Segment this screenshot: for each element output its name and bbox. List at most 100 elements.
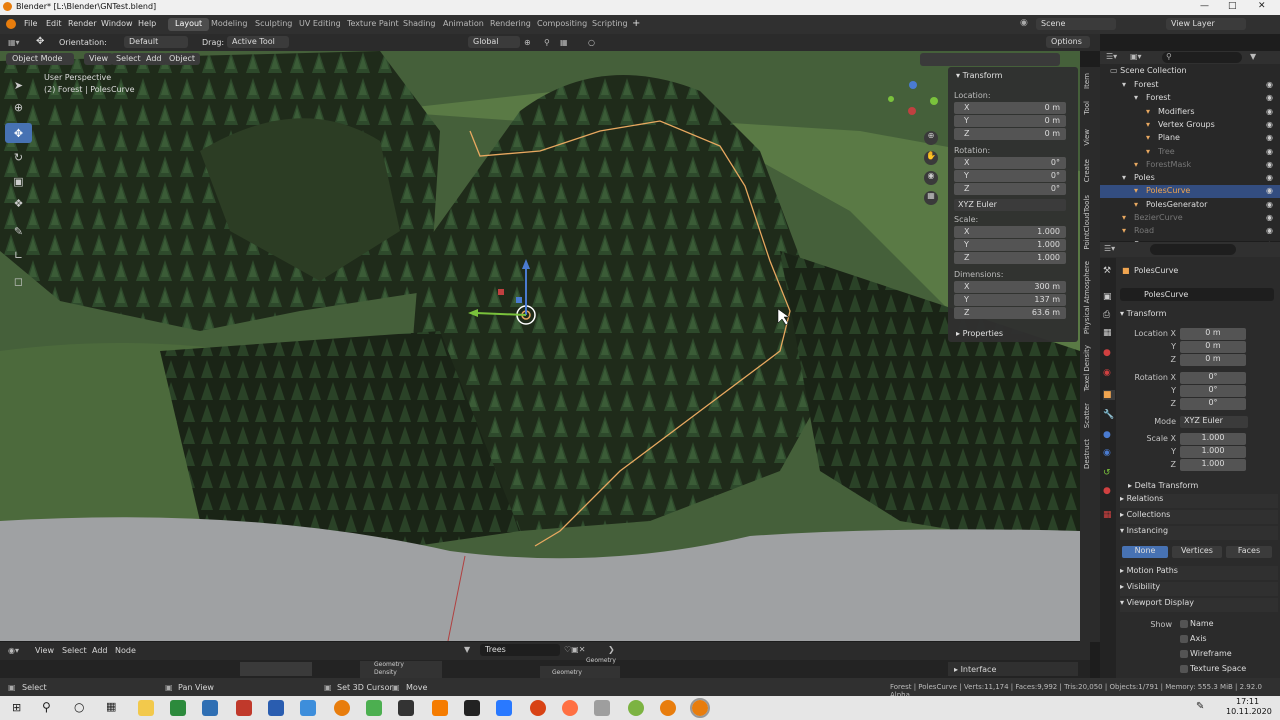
cursor-tool-icon[interactable]: ⊕ [5,97,32,117]
app-icon[interactable] [594,700,610,716]
transform-orientation-dropdown[interactable]: Global [468,36,520,48]
scene-props-icon[interactable]: ● [1103,348,1111,358]
view-layer-selector[interactable]: View Layer [1166,18,1246,30]
zoom-icon[interactable]: ⊕ [924,131,938,145]
drag-dropdown[interactable]: Active Tool [227,36,289,48]
object-props-icon[interactable]: ■ [1103,390,1115,400]
physics-props-icon[interactable]: ◉ [1103,448,1111,458]
blender-app-icon[interactable] [334,700,350,716]
visibility-eye-icon[interactable]: ◉ [1266,186,1273,195]
outliner-type-icon[interactable]: ☰▾ [1106,52,1117,61]
visibility-eye-icon[interactable]: ◉ [1266,160,1273,169]
select-tool-icon[interactable]: ➤ [5,75,32,95]
props-transform-header[interactable]: ▾ Transform [1120,309,1166,318]
prop-rotation-x[interactable]: 0° [1180,372,1246,384]
scale-y-field[interactable]: Y 1.000 [954,239,1066,251]
clock-date[interactable]: 10.11.2020 [1226,707,1272,716]
snap-grid-icon[interactable]: ▦ [560,38,568,47]
node-menu-select[interactable]: Select [62,646,87,655]
close-icon[interactable]: ✕ [1258,1,1266,11]
app-icon[interactable] [202,700,218,716]
object-name-field[interactable]: PolesCurve [1120,288,1274,301]
outliner-item[interactable]: ▾ Plane ◉ [1100,132,1280,145]
location-x-field[interactable]: X0 m [954,102,1066,114]
visibility-panel[interactable]: ▸ Visibility [1120,582,1278,596]
delta-transform-header[interactable]: ▸ Delta Transform [1128,481,1198,490]
app-icon[interactable] [398,700,414,716]
location-y-field[interactable]: Y0 m [954,115,1066,127]
pin-icon[interactable]: ❯ [608,645,615,654]
show-wireframe-checkbox[interactable] [1180,650,1188,658]
show-axis-checkbox[interactable] [1180,635,1188,643]
prop-rotation-y[interactable]: 0° [1180,385,1246,397]
tab-scatter[interactable]: Scatter [1083,403,1091,428]
tab-physical-atmosphere[interactable]: Physical Atmosphere [1083,261,1091,334]
properties-type-icon[interactable]: ☰▾ [1104,244,1115,253]
visibility-eye-icon[interactable]: ◉ [1266,226,1273,235]
constraint-props-icon[interactable]: ↺ [1103,468,1111,478]
tab-modeling[interactable]: Modeling [204,18,254,31]
clock-time[interactable]: 17:11 [1236,697,1259,706]
node-menu-node[interactable]: Node [115,646,136,655]
output-props-icon[interactable]: ⎙ [1103,310,1110,320]
minimize-icon[interactable]: — [1200,1,1209,11]
annotate-tool-icon[interactable]: ✎ [5,221,32,241]
outliner-item[interactable]: ▾ Road ◉ [1100,225,1280,238]
task-view-icon[interactable]: ▦ [106,700,116,713]
3d-viewport[interactable]: Object Mode View Select Add Object User … [0,51,1080,641]
relations-panel[interactable]: ▸ Relations [1120,494,1278,508]
viewport-display-panel[interactable]: ▾ Viewport Display [1120,598,1278,612]
prop-location-y[interactable]: 0 m [1180,341,1246,353]
tab-destruct[interactable]: Destruct [1083,439,1091,469]
add-workspace-icon[interactable]: + [632,18,640,29]
visibility-eye-icon[interactable]: ◉ [1266,213,1273,222]
properties-section-header[interactable]: ▸ Properties [956,329,1003,338]
menu-file[interactable]: File [24,19,37,28]
render-props-icon[interactable]: ▣ [1103,292,1112,302]
viewport-menu-object[interactable]: Object [164,53,201,65]
tab-tool[interactable]: Tool [1083,101,1091,115]
texture-props-icon[interactable]: ▦ [1103,510,1112,520]
outliner-item[interactable]: ▾ Forest ◉ [1100,92,1280,105]
tab-item[interactable]: Item [1083,73,1091,89]
file-explorer-icon[interactable] [138,700,154,716]
tool-props-icon[interactable]: ⚒ [1103,266,1111,276]
visibility-eye-icon[interactable]: ◉ [1266,93,1273,102]
scene-collection[interactable]: ▭ Scene Collection [1110,66,1187,75]
prop-location-x[interactable]: 0 m [1180,328,1246,340]
camera-icon[interactable]: ◉ [924,171,938,185]
outliner-item[interactable]: ▾ Vertex Groups ◉ [1100,119,1280,132]
snap-icon[interactable]: ⚲ [544,38,550,47]
viewport-shading-bar[interactable] [920,53,1060,66]
rotation-y-field[interactable]: Y 0° [954,170,1066,182]
outliner-item[interactable]: ▾ Modifiers ◉ [1100,106,1280,119]
add-cube-tool-icon[interactable]: ◻ [5,271,32,291]
object-mode-dropdown[interactable]: Object Mode [6,53,74,65]
outliner-search-input[interactable] [1162,52,1242,63]
scale-x-field[interactable]: X 1.000 [954,226,1066,238]
outliner-item[interactable]: ▾ PolesCurve ◉ [1100,185,1280,199]
grid-view-icon[interactable]: ▦ [924,191,938,205]
app-icon[interactable] [366,700,382,716]
blender-app-icon[interactable] [660,700,676,716]
pivot-icon[interactable]: ⊕ [524,38,531,47]
move-tool-icon[interactable]: ✥ [5,123,32,143]
modifier-props-icon[interactable]: 🔧 [1103,410,1114,420]
rotation-mode-dropdown[interactable]: XYZ Euler [954,199,1066,211]
material-props-icon[interactable]: ● [1103,486,1111,496]
menu-help[interactable]: Help [138,19,156,28]
tab-view[interactable]: View [1083,129,1091,146]
viewport-menu-view[interactable]: View [84,53,113,65]
view-layer-props-icon[interactable]: ▦ [1103,328,1112,338]
view-type-icon[interactable]: ▦▾ [8,38,20,47]
app-icon[interactable] [300,700,316,716]
filter-icon[interactable]: ▼ [1250,52,1256,61]
node-menu-view[interactable]: View [35,646,54,655]
visibility-eye-icon[interactable]: ◉ [1266,147,1273,156]
rotation-z-field[interactable]: Z 0° [954,183,1066,195]
properties-search-input[interactable] [1150,244,1236,255]
pen-icon[interactable]: ✎ [1196,701,1204,712]
outliner-item[interactable]: ▾ Tree ◉ [1100,146,1280,159]
node-tree-selector[interactable]: Trees [480,644,560,656]
blender-menu-icon[interactable] [6,19,16,29]
